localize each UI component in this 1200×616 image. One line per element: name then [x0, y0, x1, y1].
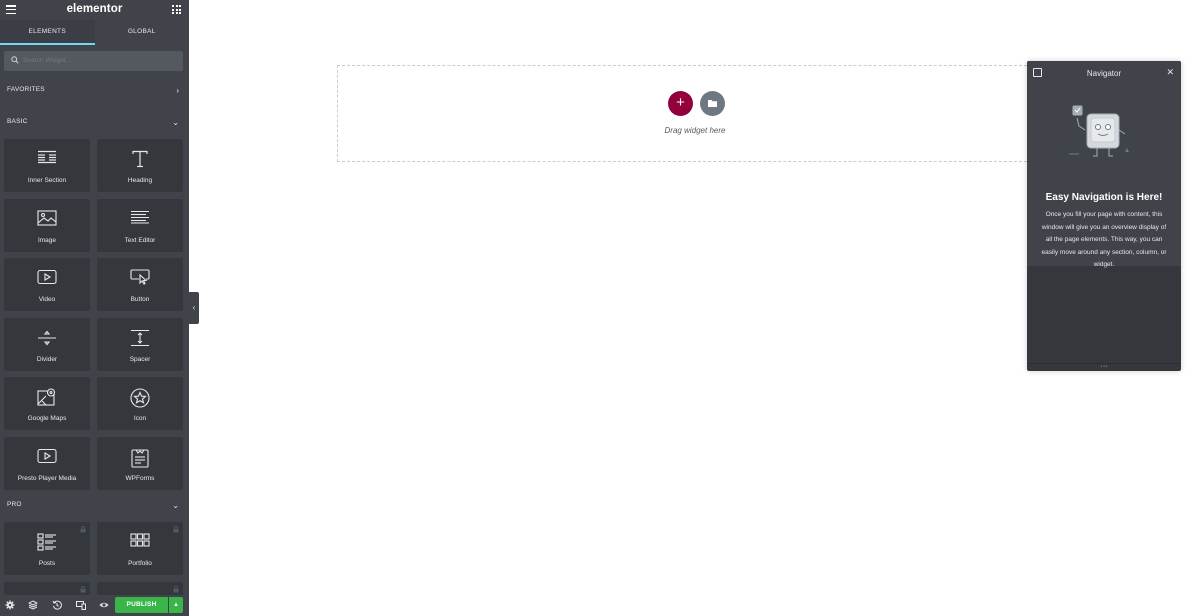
- widget-inner-section[interactable]: Inner Section: [4, 139, 90, 192]
- widget-label: Portfolio: [128, 560, 152, 567]
- image-icon: [37, 210, 57, 226]
- section-basic[interactable]: BASIC ⌄: [0, 112, 189, 132]
- divider-icon: [38, 330, 56, 346]
- widget-portfolio[interactable]: Portfolio: [97, 522, 183, 575]
- search-placeholder: Search Widget...: [23, 57, 72, 64]
- publish-button[interactable]: PUBLISH: [115, 597, 168, 613]
- navigator-illustration: [1069, 105, 1129, 157]
- widget-divider[interactable]: Divider: [4, 318, 90, 371]
- widget-icon[interactable]: Icon: [97, 377, 183, 430]
- heading-icon: [132, 150, 148, 168]
- widget-partial[interactable]: [97, 582, 183, 595]
- chevron-down-icon: ⌄: [172, 501, 179, 510]
- close-icon[interactable]: ✕: [1166, 67, 1174, 78]
- widget-label: Video: [38, 296, 56, 303]
- button-icon: [130, 269, 150, 285]
- widget-posts[interactable]: Posts: [4, 522, 90, 575]
- widget-video[interactable]: Video: [4, 258, 90, 311]
- add-section-button[interactable]: +: [668, 91, 693, 116]
- widget-spacer[interactable]: Spacer: [97, 318, 183, 371]
- google-maps-icon: [37, 388, 56, 406]
- section-pro[interactable]: PRO ⌄: [0, 495, 189, 515]
- drag-widget-hint: Drag widget here: [664, 126, 726, 135]
- widget-label: Button: [130, 296, 150, 303]
- inner-section-icon: [38, 150, 56, 164]
- lock-icon: [173, 526, 179, 533]
- panel-tabs: ELEMENTS GLOBAL: [0, 20, 189, 45]
- widget-label: Inner Section: [27, 177, 67, 184]
- navigator-panel: Navigator ✕ Easy Navigation is Here! Onc…: [1027, 61, 1181, 371]
- posts-icon: [37, 533, 56, 551]
- widget-label: Icon: [133, 415, 147, 422]
- folder-icon: [708, 100, 717, 107]
- widget-label: Google Maps: [27, 415, 67, 422]
- widget-label: Heading: [127, 177, 153, 184]
- navigator-header[interactable]: Navigator ✕: [1027, 61, 1181, 85]
- lock-icon: [80, 526, 86, 533]
- widget-partial[interactable]: [4, 582, 90, 595]
- widget-presto-player-media[interactable]: Presto Player Media: [4, 437, 90, 490]
- tab-elements[interactable]: ELEMENTS: [0, 20, 95, 45]
- widgets-grid-icon[interactable]: [172, 5, 181, 14]
- panel-header: elementor: [0, 0, 189, 19]
- navigator-heading: Easy Navigation is Here!: [1045, 192, 1163, 203]
- widget-label: WPForms: [125, 475, 155, 482]
- chevron-down-icon: ⌄: [172, 118, 179, 127]
- settings-icon[interactable]: [5, 600, 15, 610]
- responsive-icon[interactable]: [76, 600, 86, 610]
- search-input[interactable]: Search Widget...: [4, 51, 183, 71]
- wpforms-icon: [131, 449, 149, 468]
- lock-icon: [80, 586, 86, 593]
- widget-label: Presto Player Media: [17, 475, 77, 482]
- chevron-left-icon: ‹: [192, 303, 196, 312]
- preview-eye-icon[interactable]: [99, 600, 109, 610]
- spacer-icon: [131, 329, 149, 347]
- history-icon[interactable]: [52, 600, 62, 610]
- widget-label: Spacer: [129, 356, 151, 363]
- widget-label: Posts: [38, 560, 56, 567]
- caret-up-icon: ▴: [174, 601, 178, 608]
- section-favorites-label: FAVORITES: [7, 86, 45, 93]
- widget-heading[interactable]: Heading: [97, 139, 183, 192]
- widget-button[interactable]: Button: [97, 258, 183, 311]
- add-template-button[interactable]: [700, 91, 725, 116]
- video-icon: [37, 269, 57, 285]
- widget-wpforms[interactable]: WPForms: [97, 437, 183, 490]
- star-icon: [130, 388, 150, 408]
- chevron-right-icon: ›: [176, 86, 179, 95]
- section-favorites[interactable]: FAVORITES ›: [0, 80, 189, 100]
- section-pro-label: PRO: [7, 501, 22, 508]
- widget-label: Text Editor: [124, 237, 156, 244]
- widget-image[interactable]: Image: [4, 199, 90, 252]
- navigator-description: Once you fill your page with content, th…: [1041, 211, 1167, 268]
- layers-icon[interactable]: [28, 600, 38, 610]
- widget-label: Image: [37, 237, 57, 244]
- publish-options-button[interactable]: ▴: [169, 597, 183, 613]
- widget-text-editor[interactable]: Text Editor: [97, 199, 183, 252]
- section-basic-label: BASIC: [7, 118, 28, 125]
- collapse-panel-button[interactable]: ‹: [189, 292, 199, 324]
- tab-global[interactable]: GLOBAL: [95, 20, 190, 45]
- elementor-logo: elementor: [66, 3, 123, 15]
- lock-icon: [173, 586, 179, 593]
- widget-google-maps[interactable]: Google Maps: [4, 377, 90, 430]
- video-icon: [37, 448, 57, 464]
- portfolio-icon: [130, 533, 150, 547]
- editor-panel: elementor ELEMENTS GLOBAL Search Widget.…: [0, 0, 189, 616]
- text-editor-icon: [131, 210, 149, 224]
- widget-label: Divider: [36, 356, 58, 363]
- plus-icon: +: [676, 94, 685, 111]
- search-icon: [11, 56, 19, 64]
- navigator-title: Navigator: [1086, 69, 1122, 78]
- navigator-empty-state: Easy Navigation is Here! Once you fill y…: [1027, 85, 1181, 268]
- resize-handle-icon[interactable]: ···: [1027, 363, 1181, 370]
